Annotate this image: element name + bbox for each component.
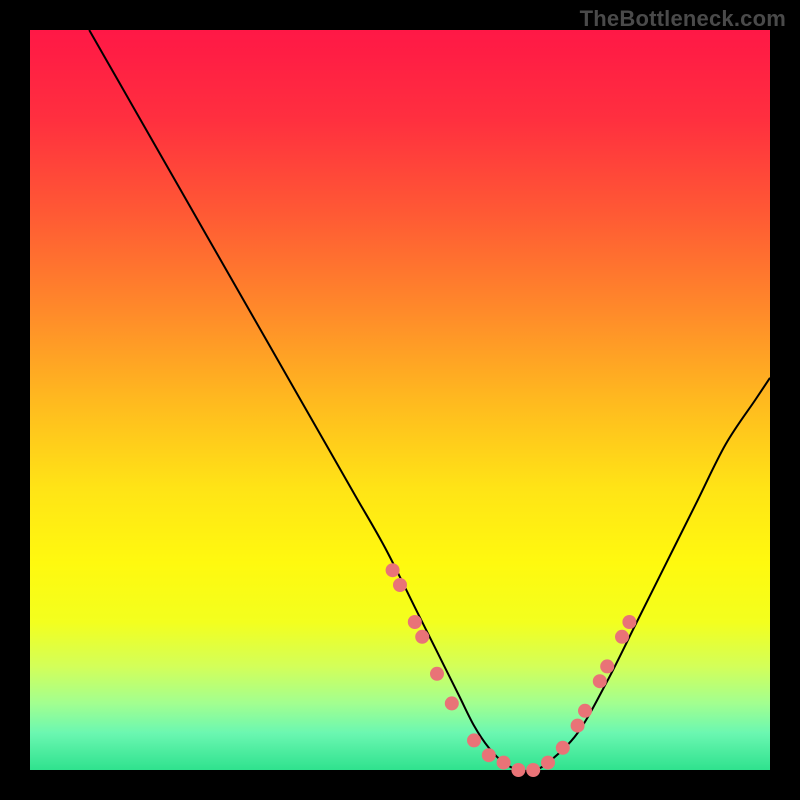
data-dot — [415, 630, 429, 644]
data-dot — [511, 763, 525, 777]
plot-background — [30, 30, 770, 770]
data-dot — [393, 578, 407, 592]
data-dot — [600, 659, 614, 673]
data-dot — [445, 696, 459, 710]
bottleneck-chart — [0, 0, 800, 800]
data-dot — [526, 763, 540, 777]
chart-stage: TheBottleneck.com — [0, 0, 800, 800]
data-dot — [430, 667, 444, 681]
data-dot — [408, 615, 422, 629]
data-dot — [593, 674, 607, 688]
data-dot — [615, 630, 629, 644]
data-dot — [386, 563, 400, 577]
data-dot — [571, 719, 585, 733]
data-dot — [622, 615, 636, 629]
data-dot — [541, 756, 555, 770]
data-dot — [556, 741, 570, 755]
watermark-text: TheBottleneck.com — [580, 6, 786, 32]
data-dot — [482, 748, 496, 762]
data-dot — [467, 733, 481, 747]
data-dot — [497, 756, 511, 770]
data-dot — [578, 704, 592, 718]
